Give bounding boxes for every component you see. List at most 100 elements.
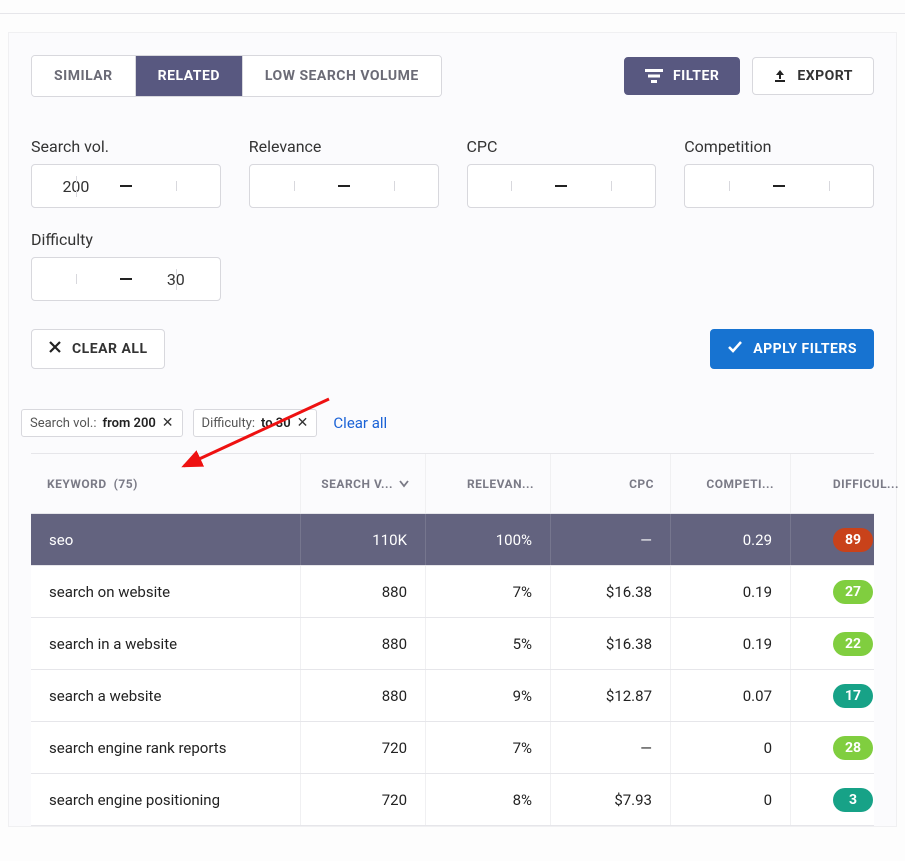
filter-cpc: CPC: [467, 137, 657, 208]
cell-keyword: search engine positioning: [31, 774, 301, 825]
cell-relevance: 9%: [426, 670, 551, 721]
clear-all-label: CLEAR ALL: [72, 341, 148, 357]
chip-label: Search vol.:: [30, 416, 97, 431]
cell-keyword: search engine rank reports: [31, 722, 301, 773]
difficulty-badge: 3: [833, 788, 873, 812]
col-competition[interactable]: COMPETI...: [671, 454, 791, 513]
cell-difficulty: 89: [791, 514, 905, 565]
table-row[interactable]: search engine positioning7208%$7.930 3: [31, 774, 874, 826]
cell-keyword: search in a website: [31, 618, 301, 669]
cell-search-vol: 880: [301, 618, 426, 669]
col-keyword[interactable]: KEYWORD (75): [31, 454, 301, 513]
cell-relevance: 7%: [426, 566, 551, 617]
cell-search-vol: 720: [301, 722, 426, 773]
difficulty-badge: 28: [833, 736, 873, 760]
table-row[interactable]: search engine rank reports7207%—0 28: [31, 722, 874, 774]
cell-cpc: $12.87: [551, 670, 671, 721]
filter-label: Search vol.: [31, 137, 221, 156]
range-relevance[interactable]: [249, 164, 439, 208]
cell-cpc: —: [551, 514, 671, 565]
table-row[interactable]: search on website8807%$16.380.1927: [31, 566, 874, 618]
apply-filters-label: APPLY FILTERS: [753, 341, 857, 357]
keyword-tabs: SIMILAR RELATED LOW SEARCH VOLUME: [31, 55, 442, 97]
cell-relevance: 100%: [426, 514, 551, 565]
cell-search-vol: 720: [301, 774, 426, 825]
col-cpc[interactable]: CPC: [551, 454, 671, 513]
table-row[interactable]: search a website8809%$12.870.07 17: [31, 670, 874, 722]
range-from[interactable]: 200: [32, 177, 120, 196]
apply-filters-button[interactable]: APPLY FILTERS: [710, 329, 874, 369]
table-header: KEYWORD (75) SEARCH V... RELEVAN... CPC …: [31, 454, 874, 514]
cell-difficulty: 22: [791, 618, 905, 669]
cell-relevance: 8%: [426, 774, 551, 825]
cell-difficulty: 17: [791, 670, 905, 721]
chevron-down-icon: [399, 477, 409, 491]
close-icon[interactable]: ✕: [297, 415, 309, 431]
table-row[interactable]: seo110K100%—0.2989: [31, 514, 874, 566]
cell-search-vol: 880: [301, 566, 426, 617]
tab-similar[interactable]: SIMILAR: [32, 56, 136, 96]
filters-grid: Search vol. 200 Relevance CPC: [31, 137, 874, 208]
cell-relevance: 7%: [426, 722, 551, 773]
filters-panel: SIMILAR RELATED LOW SEARCH VOLUME FILTER…: [8, 32, 897, 827]
filter-search-vol: Search vol. 200: [31, 137, 221, 208]
export-button[interactable]: EXPORT: [752, 57, 874, 95]
tab-related[interactable]: RELATED: [136, 56, 243, 96]
col-difficulty[interactable]: DIFFICUL...: [791, 454, 905, 513]
th-count: (75): [107, 477, 138, 491]
cell-keyword: search a website: [31, 670, 301, 721]
range-to[interactable]: 30: [132, 270, 220, 289]
cell-competition: 0.07: [671, 670, 791, 721]
col-search-vol[interactable]: SEARCH V...: [301, 454, 426, 513]
cell-cpc: $16.38: [551, 618, 671, 669]
range-competition[interactable]: [684, 164, 874, 208]
range-difficulty[interactable]: 30: [31, 257, 221, 301]
dash-icon: [555, 185, 567, 187]
cell-difficulty: 28: [791, 722, 905, 773]
cell-competition: 0: [671, 774, 791, 825]
filter-label: Relevance: [249, 137, 439, 156]
clear-all-link[interactable]: Clear all: [333, 414, 387, 432]
cell-search-vol: 110K: [301, 514, 426, 565]
range-search-vol[interactable]: 200: [31, 164, 221, 208]
upload-icon: [773, 69, 787, 83]
filter-relevance: Relevance: [249, 137, 439, 208]
filter-button-label: FILTER: [673, 68, 719, 84]
chip-value: from 200: [103, 416, 156, 431]
th-label: KEYWORD: [47, 477, 107, 491]
th-label: SEARCH V...: [321, 477, 393, 491]
cell-difficulty: 27: [791, 566, 905, 617]
chip-search-vol[interactable]: Search vol.: from 200 ✕: [21, 409, 183, 437]
filter-label: Competition: [684, 137, 874, 156]
col-relevance[interactable]: RELEVAN...: [426, 454, 551, 513]
cell-competition: 0: [671, 722, 791, 773]
cell-competition: 0.19: [671, 618, 791, 669]
cell-competition: 0.29: [671, 514, 791, 565]
filter-label: CPC: [467, 137, 657, 156]
range-cpc[interactable]: [467, 164, 657, 208]
difficulty-badge: 89: [833, 528, 873, 552]
filter-label: Difficulty: [31, 230, 221, 249]
cell-cpc: $7.93: [551, 774, 671, 825]
chip-difficulty[interactable]: Difficulty: to 30 ✕: [193, 409, 318, 437]
cell-relevance: 5%: [426, 618, 551, 669]
keywords-table: KEYWORD (75) SEARCH V... RELEVAN... CPC …: [31, 453, 874, 826]
cell-difficulty: 3: [791, 774, 905, 825]
cell-search-vol: 880: [301, 670, 426, 721]
dash-icon: [338, 185, 350, 187]
cell-cpc: $16.38: [551, 566, 671, 617]
filter-button[interactable]: FILTER: [624, 57, 740, 95]
export-button-label: EXPORT: [797, 68, 853, 84]
table-row[interactable]: search in a website8805%$16.380.1922: [31, 618, 874, 670]
close-icon: [48, 340, 62, 358]
difficulty-badge: 17: [833, 684, 873, 708]
filter-difficulty: Difficulty 30: [31, 230, 221, 301]
cell-keyword: search on website: [31, 566, 301, 617]
close-icon[interactable]: ✕: [162, 415, 174, 431]
cell-competition: 0.19: [671, 566, 791, 617]
tab-low-search-volume[interactable]: LOW SEARCH VOLUME: [243, 56, 441, 96]
cell-cpc: —: [551, 722, 671, 773]
top-divider: [0, 0, 905, 14]
clear-all-button[interactable]: CLEAR ALL: [31, 329, 165, 369]
dash-icon: [120, 278, 132, 280]
